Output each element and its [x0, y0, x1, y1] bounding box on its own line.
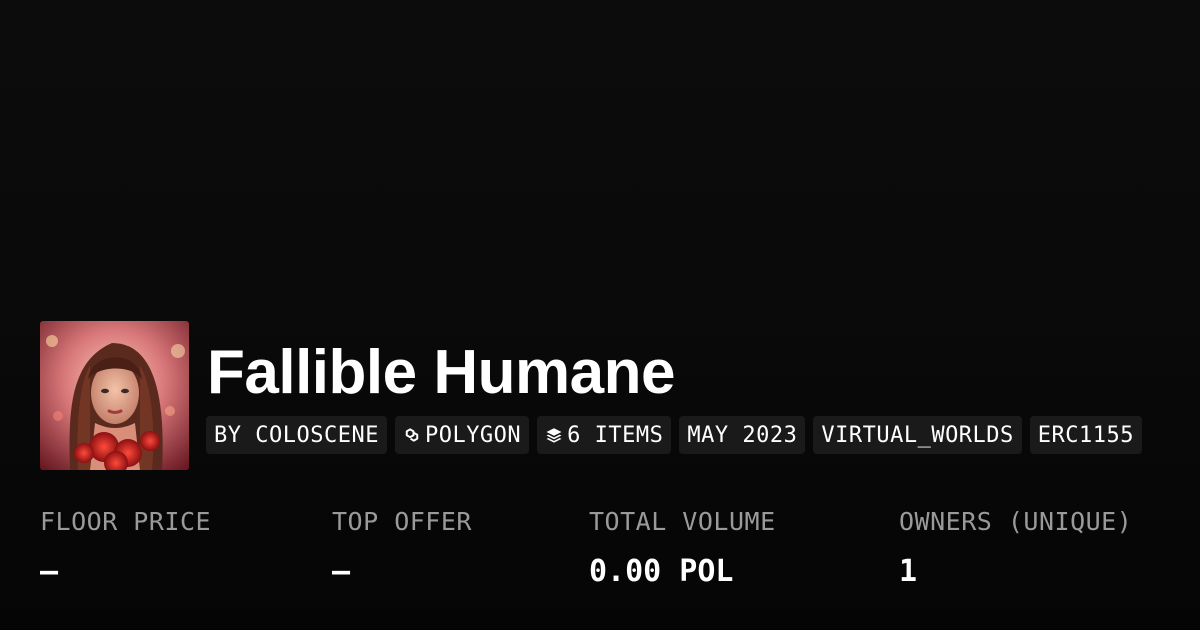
tag-creator-label: BY COLOSCENE [214, 422, 379, 448]
stat-owners-label: OWNERS (UNIQUE) [899, 507, 1133, 536]
stat-floor-price-label: FLOOR PRICE [40, 507, 212, 536]
tag-category[interactable]: VIRTUAL_WORLDS [813, 416, 1022, 454]
tag-standard[interactable]: ERC1155 [1029, 416, 1143, 454]
tag-standard-label: ERC1155 [1037, 422, 1135, 448]
collection-tags: BY COLOSCENE POLYGON 6 ITEMS MAY 2023 VI… [206, 416, 1143, 454]
polygon-icon [405, 428, 419, 442]
collection-title: Fallible Humane [207, 338, 675, 407]
collection-avatar[interactable] [40, 321, 189, 470]
tag-items[interactable]: 6 ITEMS [537, 416, 672, 454]
tag-category-label: VIRTUAL_WORLDS [821, 422, 1014, 448]
tag-chain-label: POLYGON [424, 422, 522, 448]
stat-floor-price-value: — [40, 554, 59, 589]
stat-owners-value: 1 [899, 554, 918, 589]
tag-items-label: 6 ITEMS [567, 422, 664, 448]
stat-total-volume-value: 0.00 POL [589, 554, 734, 589]
stat-floor-price: FLOOR PRICE — [40, 505, 211, 589]
tag-date-label: MAY 2023 [687, 422, 798, 448]
stat-top-offer-value: — [332, 554, 351, 589]
stat-total-volume: TOTAL VOLUME 0.00 POL [589, 505, 776, 589]
stat-top-offer-label: TOP OFFER [332, 507, 472, 536]
tag-creator[interactable]: BY COLOSCENE [206, 416, 387, 454]
layers-icon [546, 428, 562, 443]
stat-top-offer: TOP OFFER — [332, 505, 472, 589]
stat-owners: OWNERS (UNIQUE) 1 [899, 505, 1132, 589]
tag-chain[interactable]: POLYGON [394, 416, 530, 454]
stat-total-volume-label: TOTAL VOLUME [589, 507, 776, 536]
portrait-image [40, 321, 189, 470]
tag-date[interactable]: MAY 2023 [679, 416, 806, 454]
